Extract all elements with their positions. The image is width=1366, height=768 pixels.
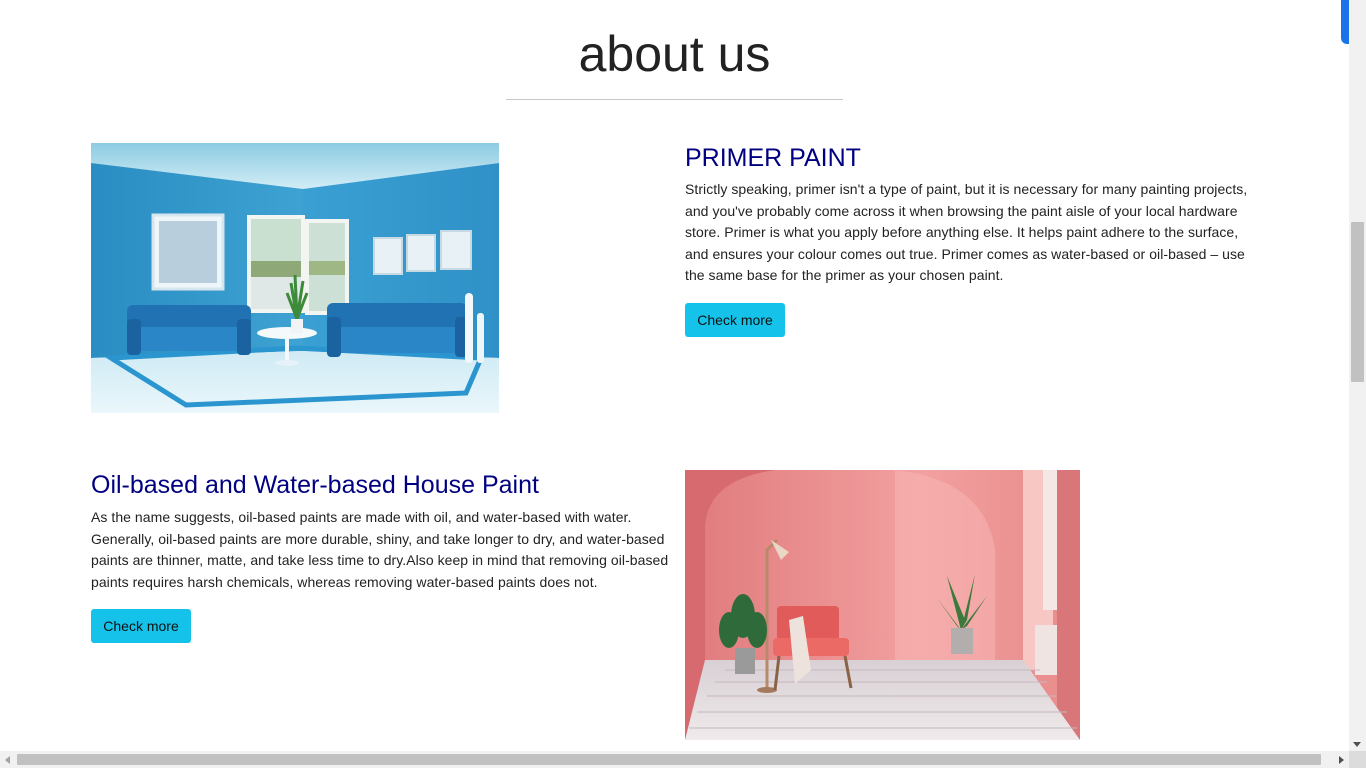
horizontal-scroll-thumb[interactable] xyxy=(17,754,1321,765)
scrollbar-corner xyxy=(1349,751,1366,768)
scroll-right-arrow-icon[interactable] xyxy=(1339,756,1344,764)
pink-room-image xyxy=(685,470,1080,740)
section-title-oil-water-paint: Oil-based and Water-based House Paint xyxy=(91,471,539,499)
scroll-down-arrow-icon[interactable] xyxy=(1353,742,1361,747)
vertical-scroll-thumb[interactable] xyxy=(1351,222,1364,382)
title-divider xyxy=(506,99,843,100)
blue-room-image xyxy=(91,143,499,413)
vertical-scrollbar[interactable] xyxy=(1349,0,1366,751)
scroll-marker-tab xyxy=(1341,0,1349,44)
section-body-oil-water-paint: As the name suggests, oil-based paints a… xyxy=(91,509,669,590)
page-title: about us xyxy=(578,26,771,82)
scroll-left-arrow-icon[interactable] xyxy=(5,756,10,764)
check-more-button-oil-water[interactable]: Check more xyxy=(91,609,191,643)
section-body-primer-paint: Strictly speaking, primer isn't a type o… xyxy=(685,181,1248,284)
section-title-primer-paint: PRIMER PAINT xyxy=(685,144,861,172)
horizontal-scrollbar[interactable] xyxy=(0,751,1366,768)
page: about us PRIMER PAINT Strictly speaking,… xyxy=(0,0,1349,751)
check-more-button-primer[interactable]: Check more xyxy=(685,303,785,337)
